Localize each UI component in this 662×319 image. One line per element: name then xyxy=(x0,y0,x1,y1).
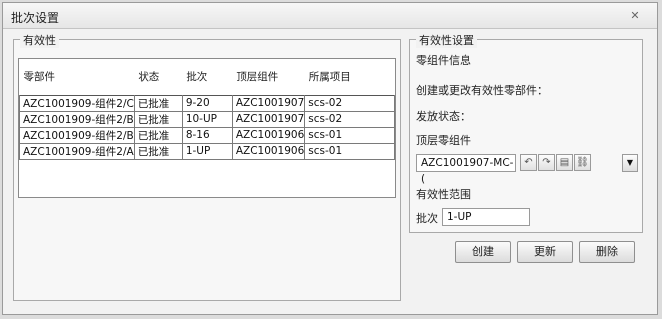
cell-project: scs-01 xyxy=(304,126,395,144)
dialog-title: 批次设置 xyxy=(11,11,60,25)
cell-top-part: AZC1001907 xyxy=(231,94,306,112)
release-status-label: 发放状态： xyxy=(416,110,471,123)
cell-status: 已批准 xyxy=(133,126,183,144)
cell-batch: 1-UP xyxy=(181,142,233,160)
cell-status: 已批准 xyxy=(133,94,183,112)
effectivity-table: 零部件 状态 批次 顶层组件 所属项目 AZC1001909-组件2/C 已批准… xyxy=(18,58,396,198)
cell-batch: 10-UP xyxy=(181,110,233,128)
cell-part: AZC1001909-组件2/A xyxy=(19,142,135,160)
chevron-down-icon[interactable]: ▼ xyxy=(622,154,638,172)
table-row[interactable]: AZC1001909-组件2/C 已批准 9-20 AZC1001907 scs… xyxy=(19,94,395,112)
paste-icon[interactable]: ▤ xyxy=(556,154,573,171)
settings-group-title: 有效性设置 xyxy=(416,32,477,48)
title-bar: 批次设置 ✕ xyxy=(3,3,657,29)
cell-project: scs-01 xyxy=(304,142,395,160)
cell-top-part: AZC1001906 xyxy=(231,142,306,160)
create-or-change-label: 创建或更改有效性零部件： xyxy=(416,84,548,97)
scope-label: 有效性范围 xyxy=(416,188,471,201)
delete-button[interactable]: 删除 xyxy=(579,241,635,263)
cell-part: AZC1001909-组件2/C xyxy=(19,94,135,112)
column-header-batch[interactable]: 批次 xyxy=(182,59,233,95)
cell-project: scs-02 xyxy=(304,110,395,128)
table-header-row: 零部件 状态 批次 顶层组件 所属项目 xyxy=(19,59,395,95)
batch-settings-dialog: 批次设置 ✕ 有效性 零部件 状态 批次 顶层组件 所属项目 AZC100190… xyxy=(2,2,658,315)
cell-top-part: AZC1001907 xyxy=(231,110,306,128)
table-row[interactable]: AZC1001909-组件2/B 已批准 10-UP AZC1001907 sc… xyxy=(19,110,395,128)
effectivity-group: 有效性 零部件 状态 批次 顶层组件 所属项目 AZC1001909-组件2/C… xyxy=(13,32,401,301)
table-row[interactable]: AZC1001909-组件2/B 已批准 8-16 AZC1001906 scs… xyxy=(19,126,395,144)
cell-batch: 8-16 xyxy=(181,126,233,144)
link-icon[interactable]: ⛓ xyxy=(574,154,591,171)
part-info-label: 零组件信息 xyxy=(416,54,471,67)
cell-top-part: AZC1001906 xyxy=(231,126,306,144)
create-button[interactable]: 创建 xyxy=(455,241,511,263)
cell-part: AZC1001909-组件2/B xyxy=(19,126,135,144)
effectivity-settings-group: 有效性设置 零组件信息 创建或更改有效性零部件： 发放状态： 顶层零组件 AZC… xyxy=(409,32,643,233)
table-row[interactable]: AZC1001909-组件2/A 已批准 1-UP AZC1001906 scs… xyxy=(19,142,395,160)
top-part-combo[interactable]: AZC1001907-MC-( xyxy=(416,154,516,185)
column-header-top-part[interactable]: 顶层组件 xyxy=(232,59,305,95)
column-header-part[interactable]: 零部件 xyxy=(19,59,135,95)
cell-batch: 9-20 xyxy=(181,94,233,112)
update-button[interactable]: 更新 xyxy=(517,241,573,263)
batch-input[interactable]: 1-UP xyxy=(442,208,530,226)
forward-icon[interactable]: ↷ xyxy=(538,154,555,171)
cell-part: AZC1001909-组件2/B xyxy=(19,110,135,128)
back-icon[interactable]: ↶ xyxy=(520,154,537,171)
close-button[interactable]: ✕ xyxy=(625,8,645,24)
top-part-label: 顶层零组件 xyxy=(416,134,471,147)
cell-status: 已批准 xyxy=(133,110,183,128)
column-header-project[interactable]: 所属项目 xyxy=(304,59,395,95)
batch-label: 批次 xyxy=(416,212,438,225)
column-header-status[interactable]: 状态 xyxy=(134,59,183,95)
effectivity-group-title: 有效性 xyxy=(20,32,59,48)
cell-status: 已批准 xyxy=(133,142,183,160)
cell-project: scs-02 xyxy=(304,94,395,112)
